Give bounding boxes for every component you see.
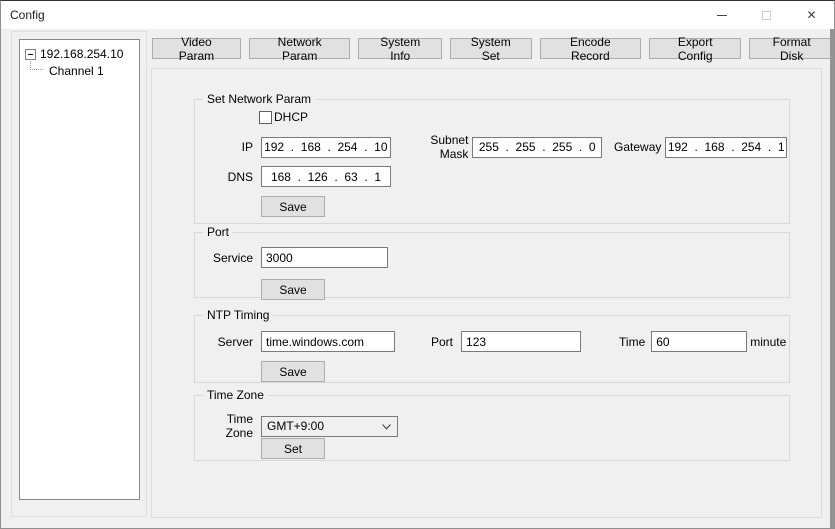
tree-channel-label: Channel 1 bbox=[49, 64, 104, 78]
service-row: Service bbox=[203, 247, 787, 268]
network-group-title: Set Network Param bbox=[203, 92, 315, 106]
tab-export-config[interactable]: Export Config bbox=[649, 38, 741, 59]
ntp-server-label: Server bbox=[203, 335, 253, 349]
gateway-input[interactable]: 192 . 168 . 254 . 1 bbox=[665, 137, 787, 158]
tree-collapse-icon[interactable] bbox=[25, 49, 36, 60]
dhcp-checkbox[interactable] bbox=[259, 111, 272, 124]
port-group: Port Service Save bbox=[194, 232, 790, 298]
network-save-button[interactable]: Save bbox=[261, 196, 325, 217]
subnet-mask-input[interactable]: 255 . 255 . 255 . 0 bbox=[472, 137, 602, 158]
service-label: Service bbox=[203, 251, 253, 265]
chevron-down-icon bbox=[382, 424, 391, 430]
subnet-mask-label: Subnet Mask bbox=[399, 133, 469, 161]
window-title: Config bbox=[10, 8, 45, 22]
dhcp-row: DHCP bbox=[259, 110, 308, 124]
timezone-selected-value: GMT+9:00 bbox=[267, 419, 324, 433]
timezone-select[interactable]: GMT+9:00 bbox=[261, 416, 398, 437]
network-param-page: Set Network Param DHCP IP 192 . 168 . 25… bbox=[151, 68, 822, 518]
tree-connector bbox=[30, 59, 43, 70]
dns-row: DNS 168 . 126 . 63 . 1 bbox=[203, 166, 787, 187]
dns-input[interactable]: 168 . 126 . 63 . 1 bbox=[261, 166, 391, 187]
dns-label: DNS bbox=[203, 170, 253, 184]
ip-input[interactable]: 192 . 168 . 254 . 10 bbox=[261, 137, 391, 158]
ntp-port-label: Port bbox=[431, 335, 453, 349]
ip-label: IP bbox=[203, 140, 253, 154]
close-icon: ✕ bbox=[806, 9, 816, 21]
maximize-button[interactable] bbox=[744, 1, 789, 29]
set-network-param-group: Set Network Param DHCP IP 192 . 168 . 25… bbox=[194, 99, 790, 224]
window-body: 192.168.254.10 Channel 1 Video Param Net… bbox=[1, 29, 834, 529]
window-controls: ✕ bbox=[699, 1, 834, 29]
timezone-label: Time Zone bbox=[203, 412, 253, 440]
ip-row: IP 192 . 168 . 254 . 10 Subnet Mask 255 … bbox=[203, 133, 787, 161]
port-save-button[interactable]: Save bbox=[261, 279, 325, 300]
close-button[interactable]: ✕ bbox=[789, 1, 834, 29]
tab-format-disk[interactable]: Format Disk bbox=[749, 38, 834, 59]
minimize-button[interactable] bbox=[699, 1, 744, 29]
ntp-timing-group: NTP Timing Server Port Time minute Save bbox=[194, 315, 790, 383]
device-tree: 192.168.254.10 Channel 1 bbox=[19, 39, 140, 500]
tab-network-param[interactable]: Network Param bbox=[249, 38, 351, 59]
timezone-set-button[interactable]: Set bbox=[261, 438, 325, 459]
dhcp-label: DHCP bbox=[274, 110, 308, 124]
timezone-row: Time Zone GMT+9:00 bbox=[203, 412, 787, 440]
ntp-time-label: Time bbox=[619, 335, 645, 349]
tab-video-param[interactable]: Video Param bbox=[152, 38, 241, 59]
gateway-label: Gateway bbox=[614, 140, 661, 154]
ntp-group-title: NTP Timing bbox=[203, 308, 273, 322]
toolbar: Video Param Network Param System Info Sy… bbox=[152, 38, 834, 59]
timezone-group-title: Time Zone bbox=[203, 388, 268, 402]
minute-unit-label: minute bbox=[750, 335, 786, 349]
time-zone-group: Time Zone Time Zone GMT+9:00 Set bbox=[194, 395, 790, 461]
ntp-server-input[interactable] bbox=[261, 331, 395, 352]
port-group-title: Port bbox=[203, 225, 233, 239]
ntp-save-button[interactable]: Save bbox=[261, 361, 325, 382]
tab-system-info[interactable]: System Info bbox=[358, 38, 441, 59]
tab-system-set[interactable]: System Set bbox=[450, 38, 532, 59]
maximize-icon bbox=[762, 11, 771, 20]
window-right-border bbox=[830, 29, 834, 529]
tab-encode-record[interactable]: Encode Record bbox=[540, 38, 642, 59]
ntp-port-input[interactable] bbox=[461, 331, 581, 352]
minimize-icon bbox=[717, 15, 727, 16]
ntp-row: Server Port Time minute bbox=[203, 331, 787, 352]
tree-item-channel-1[interactable]: Channel 1 bbox=[20, 62, 139, 80]
titlebar: Config ✕ bbox=[1, 1, 834, 29]
ntp-time-input[interactable] bbox=[651, 331, 747, 352]
tree-device-label: 192.168.254.10 bbox=[40, 47, 123, 61]
config-window: Config ✕ 192.168.254.10 Channel 1 bbox=[0, 0, 835, 529]
service-port-input[interactable] bbox=[261, 247, 388, 268]
